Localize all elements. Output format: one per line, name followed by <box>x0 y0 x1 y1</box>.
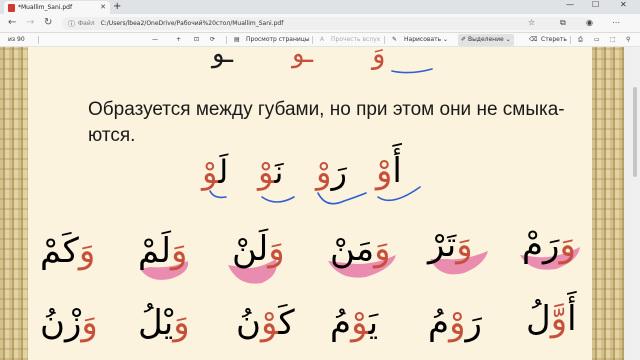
syllable-raw: رَوْ <box>316 153 347 191</box>
more-menu-icon[interactable]: ⋯ <box>612 18 620 27</box>
browser-tab[interactable]: *Muallim_Sani.pdf ✕ <box>4 1 110 14</box>
word-rawm: رَوْمُ <box>428 303 482 343</box>
highlight-chevron-down-icon: ⌄ <box>505 36 511 43</box>
word-awwal: أَوَّلُ <box>526 299 577 339</box>
tab-title: *Muallim_Sani.pdf <box>18 4 73 11</box>
word-walan: وَلَنْ <box>232 229 285 269</box>
word-watar: وَتَرْ <box>428 225 473 265</box>
collections-icon[interactable]: ⧉ <box>560 18 566 28</box>
draw-icon[interactable]: ✎ <box>392 36 397 43</box>
draw-chevron-down-icon[interactable]: ⌄ <box>443 36 448 43</box>
eraser-icon[interactable]: ⌫ <box>529 36 537 43</box>
url-field[interactable]: ⓘ Файл C:/Users/lbea2/OneDrive/Рабочий%2… <box>62 17 592 30</box>
description-line-2: ются. <box>88 125 136 146</box>
highlight-icon: ✐ <box>461 36 467 43</box>
pdf-toolbar: из 90 — + ⊡ ⟳ ▤ Просмотр страницы A Проч… <box>0 33 640 47</box>
profile-icon[interactable]: ◉ <box>586 18 593 27</box>
word-waram: وَرَمْ <box>522 225 576 265</box>
word-walam: وَلَمْ <box>138 231 188 271</box>
erase-button[interactable]: Стереть <box>541 36 567 43</box>
refresh-icon[interactable]: ↻ <box>44 17 52 28</box>
print-icon[interactable]: ⎙ <box>578 36 583 44</box>
info-icon[interactable]: ⓘ <box>68 19 75 29</box>
syllable-law: لَوْ <box>202 153 229 191</box>
divider <box>570 36 571 44</box>
divider <box>226 36 227 44</box>
word-kawn: كَوْنُ <box>236 303 295 343</box>
description-line-1: Образуется между губами, но при этом они… <box>88 99 565 120</box>
word-wayl: وَيْلُ <box>138 303 190 343</box>
word-wazn: وَزْنُ <box>40 303 98 343</box>
word-waman: وَمَنْ <box>330 229 391 269</box>
pin-icon[interactable]: ⚲ <box>626 36 630 43</box>
page-count: из 90 <box>8 36 25 43</box>
read-aloud-icon[interactable]: A <box>320 36 324 43</box>
close-window-button[interactable]: ✕ <box>620 0 627 9</box>
description-text: Образуется между губами, но при этом они… <box>88 97 578 149</box>
page-view-icon[interactable]: ▤ <box>234 36 240 43</box>
back-icon[interactable]: ← <box>8 17 16 28</box>
new-tab-button[interactable]: + <box>113 1 121 12</box>
zoom-out-button[interactable]: — <box>152 36 158 43</box>
url-text: C:/Users/lbea2/OneDrive/Рабочий%20стол/M… <box>100 20 284 27</box>
minimize-button[interactable]: — <box>566 0 574 9</box>
save-as-icon[interactable]: ⬚ <box>610 36 616 43</box>
top-letter-1: ـو <box>212 47 234 69</box>
url-scheme-label: Файл <box>78 20 95 27</box>
syllable-naw: نَوْ <box>258 153 284 191</box>
syllable-aw: أَوْ <box>376 151 402 191</box>
maximize-button[interactable]: ☐ <box>592 0 599 9</box>
forward-icon[interactable]: → <box>26 17 34 28</box>
favorites-star-icon[interactable]: ☆ <box>528 18 535 27</box>
rotate-icon[interactable]: ⟳ <box>210 36 215 43</box>
zoom-in-button[interactable]: + <box>176 36 181 43</box>
pdf-viewport[interactable]: ـو ـو وَ Образуется между губами, но при… <box>0 47 640 360</box>
highlight-label: Выделение <box>467 36 504 43</box>
tab-strip: *Muallim_Sani.pdf ✕ + — ☐ ✕ <box>0 0 640 14</box>
page-view-button[interactable]: Просмотр страницы <box>246 36 310 43</box>
fit-page-icon[interactable]: ⊡ <box>194 36 199 43</box>
top-letter-2: ـو <box>292 47 314 69</box>
top-letter-3: وَ <box>372 47 386 70</box>
draw-button[interactable]: Нарисовать <box>404 36 441 43</box>
tab-close-icon[interactable]: ✕ <box>100 3 106 11</box>
divider <box>38 36 39 44</box>
address-bar: ← → ↻ ⓘ Файл C:/Users/lbea2/OneDrive/Раб… <box>0 14 640 33</box>
save-icon[interactable]: ▭ <box>594 36 600 43</box>
divider <box>312 36 313 44</box>
pdf-icon <box>8 3 15 12</box>
word-yawm: يَوْمُ <box>330 303 379 343</box>
divider <box>384 36 385 44</box>
highlight-button[interactable]: ✐ Выделение ⌄ <box>458 34 514 46</box>
read-aloud-button[interactable]: Прочесть вслух <box>331 36 380 43</box>
word-wakam: وَكَمْ <box>40 231 96 271</box>
